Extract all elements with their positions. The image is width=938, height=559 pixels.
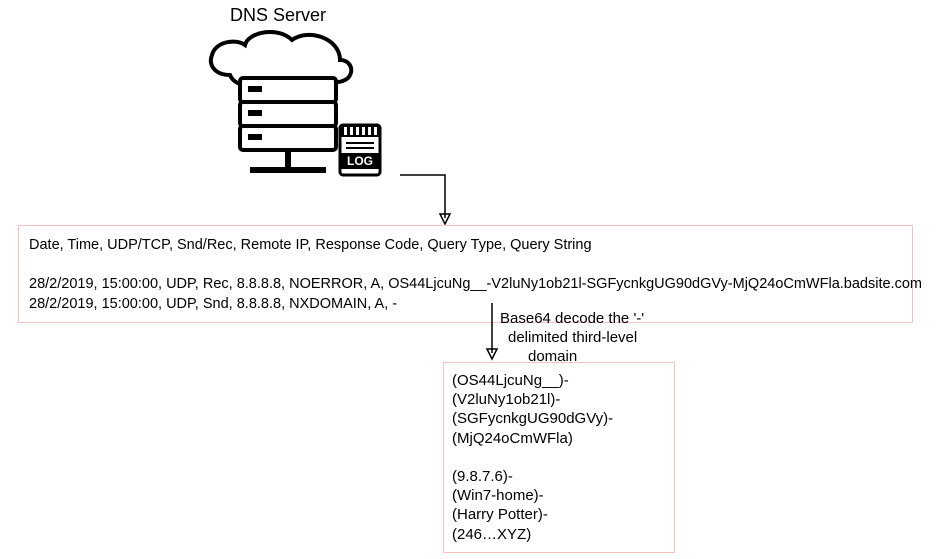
encoded-token-1: (OS44LjcuNg__)- — [452, 372, 569, 389]
dns-server-icon: LOG — [200, 30, 420, 200]
dns-server-art: LOG — [200, 30, 420, 200]
encoded-token-3: (SGFycnkgUG90dGVy)- — [452, 410, 613, 427]
encoded-token-4: (MjQ24oCmWFla) — [452, 430, 573, 447]
log-headers: Date, Time, UDP/TCP, Snd/Rec, Remote IP,… — [29, 237, 592, 253]
svg-text:LOG: LOG — [347, 154, 373, 168]
log-file-icon: LOG — [340, 125, 380, 175]
plain-token-1: (9.8.7.6)- — [452, 468, 513, 485]
log-row-2: 28/2/2019, 15:00:00, UDP, Snd, 8.8.8.8, … — [29, 296, 397, 312]
decoded-box: (OS44LjcuNg__)- (V2luNy1ob21l)- (SGFycnk… — [443, 362, 675, 553]
arrow-icon — [395, 170, 465, 230]
encoded-token-2: (V2luNy1ob21l)- — [452, 391, 560, 408]
log-row-1: 28/2/2019, 15:00:00, UDP, Rec, 8.8.8.8, … — [29, 276, 922, 292]
plain-token-4: (246…XYZ) — [452, 526, 531, 543]
plain-token-3: (Harry Potter)- — [452, 506, 548, 523]
dns-log-box: Date, Time, UDP/TCP, Snd/Rec, Remote IP,… — [18, 225, 913, 323]
plain-token-2: (Win7-home)- — [452, 487, 544, 504]
decode-step-label: Base64 decode the '-'delimited third-lev… — [500, 310, 644, 366]
dns-server-label: DNS Server — [230, 5, 326, 26]
